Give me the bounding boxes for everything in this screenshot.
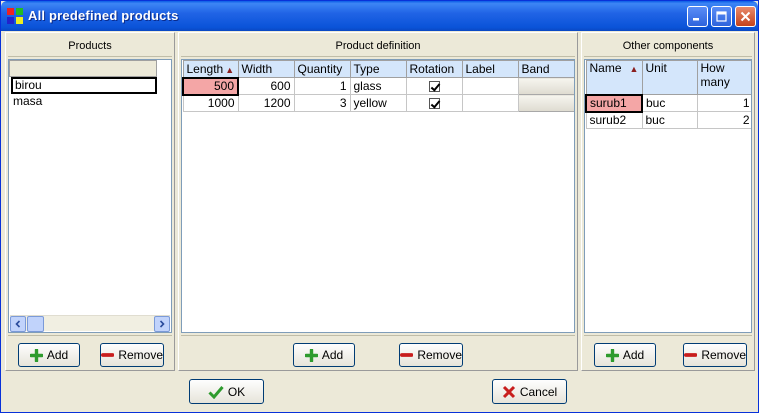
maximize-button[interactable] — [711, 6, 732, 27]
ok-button[interactable]: OK — [189, 379, 264, 404]
cell-label[interactable] — [461, 94, 519, 112]
column-header-length[interactable]: Length ▲ — [182, 60, 239, 78]
cell-quantity[interactable]: 3 — [293, 94, 351, 112]
definition-header: Product definition — [181, 35, 575, 57]
definition-remove-button[interactable]: Remove — [399, 343, 463, 367]
cell-width[interactable]: 600 — [237, 77, 295, 95]
components-header: Other components — [584, 35, 752, 57]
add-label: Add — [622, 348, 645, 362]
column-header-unit[interactable]: Unit — [641, 60, 698, 95]
chevron-left-icon — [15, 320, 21, 328]
cell-rotation[interactable] — [405, 77, 463, 95]
products-footer: Add Remove — [8, 335, 172, 371]
products-header: Products — [8, 35, 172, 57]
window-title: All predefined products — [28, 8, 179, 23]
column-header-rotation[interactable]: Rotation — [405, 60, 463, 78]
cell-type[interactable]: yellow — [349, 94, 407, 112]
cancel-button[interactable]: Cancel — [492, 379, 567, 404]
table-row[interactable]: 1000 1200 3 yellow — [182, 94, 574, 112]
cell-band-button[interactable] — [517, 77, 574, 95]
plus-icon — [29, 348, 43, 362]
cell-rotation[interactable] — [405, 94, 463, 112]
column-header-how-many[interactable]: How many — [696, 60, 751, 95]
scroll-right-button[interactable] — [154, 316, 170, 332]
cell-length[interactable]: 500 — [182, 76, 239, 96]
cancel-label: Cancel — [519, 384, 558, 399]
checkmark-icon — [208, 385, 224, 399]
components-panel: Other components Name ▲ Unit How many sur… — [581, 32, 755, 371]
minus-icon — [400, 353, 414, 357]
plus-icon — [304, 348, 318, 362]
components-grid[interactable]: Name ▲ Unit How many surub1 buc 1 surub2 … — [584, 59, 752, 333]
column-header-band[interactable]: Band — [517, 60, 574, 78]
cell-label[interactable] — [461, 77, 519, 95]
products-list[interactable]: birou masa — [8, 59, 172, 333]
table-row[interactable]: 500 600 1 glass — [182, 76, 574, 96]
column-header-quantity[interactable]: Quantity — [293, 60, 351, 78]
remove-label: Remove — [417, 348, 462, 362]
components-footer: Add Remove — [584, 335, 752, 371]
products-remove-button[interactable]: Remove — [100, 343, 164, 367]
definition-header-row: Length ▲ Width Quantity Type Rotation Lab… — [182, 60, 574, 78]
add-label: Add — [46, 348, 69, 362]
definition-footer: Add Remove — [181, 335, 575, 371]
minimize-button[interactable] — [687, 6, 708, 27]
scroll-thumb[interactable] — [27, 316, 44, 332]
scroll-left-button[interactable] — [10, 316, 26, 332]
main-window: All predefined products Products birou m… — [0, 0, 759, 413]
cell-width[interactable]: 1200 — [237, 94, 295, 112]
products-list-header — [9, 60, 157, 77]
cell-how-many[interactable]: 1 — [696, 94, 751, 112]
components-remove-button[interactable]: Remove — [683, 343, 747, 367]
products-add-button[interactable]: Add — [18, 343, 80, 367]
add-label: Add — [321, 348, 344, 362]
cell-type[interactable]: glass — [349, 77, 407, 95]
table-row[interactable]: surub2 buc 2 — [585, 111, 751, 129]
components-header-row: Name ▲ Unit How many — [585, 60, 751, 95]
column-header-type[interactable]: Type — [349, 60, 407, 78]
table-row[interactable]: surub1 buc 1 — [585, 93, 751, 113]
title-bar[interactable]: All predefined products — [1, 1, 758, 31]
products-panel: Products birou masa Add Remove — [5, 32, 175, 371]
sort-ascending-icon: ▲ — [629, 64, 639, 74]
remove-label: Remove — [118, 348, 163, 362]
chevron-right-icon — [159, 320, 165, 328]
close-button[interactable] — [735, 6, 756, 27]
minus-icon — [101, 353, 115, 357]
app-grid-icon — [7, 8, 23, 24]
cell-length[interactable]: 1000 — [182, 94, 239, 112]
plus-icon — [605, 348, 619, 362]
list-item[interactable]: masa — [11, 94, 157, 111]
close-icon — [740, 11, 751, 22]
column-header-name[interactable]: Name ▲ — [585, 60, 643, 95]
rotation-checkbox[interactable] — [428, 81, 440, 93]
cell-quantity[interactable]: 1 — [293, 77, 351, 95]
rotation-checkbox[interactable] — [428, 98, 440, 110]
sort-ascending-icon: ▲ — [225, 64, 235, 75]
remove-label: Remove — [701, 348, 746, 362]
definition-panel: Product definition Length ▲ Width Quantit… — [178, 32, 578, 371]
horizontal-scrollbar[interactable] — [10, 315, 170, 332]
minimize-icon — [693, 18, 699, 21]
list-item[interactable]: birou — [11, 77, 157, 94]
cell-name[interactable]: surub2 — [585, 111, 643, 129]
cell-unit[interactable]: buc — [641, 111, 698, 129]
maximize-icon — [716, 11, 727, 22]
cell-band-button[interactable] — [517, 94, 574, 112]
components-add-button[interactable]: Add — [594, 343, 656, 367]
ok-label: OK — [227, 384, 246, 399]
x-icon — [502, 385, 515, 398]
column-header-label[interactable]: Label — [461, 60, 519, 78]
cell-unit[interactable]: buc — [641, 94, 698, 112]
definition-add-button[interactable]: Add — [293, 343, 355, 367]
cell-how-many[interactable]: 2 — [696, 111, 751, 129]
column-header-width[interactable]: Width — [237, 60, 295, 78]
cell-name[interactable]: surub1 — [585, 93, 643, 113]
minus-icon — [684, 353, 698, 357]
definition-grid[interactable]: Length ▲ Width Quantity Type Rotation Lab… — [181, 59, 575, 333]
